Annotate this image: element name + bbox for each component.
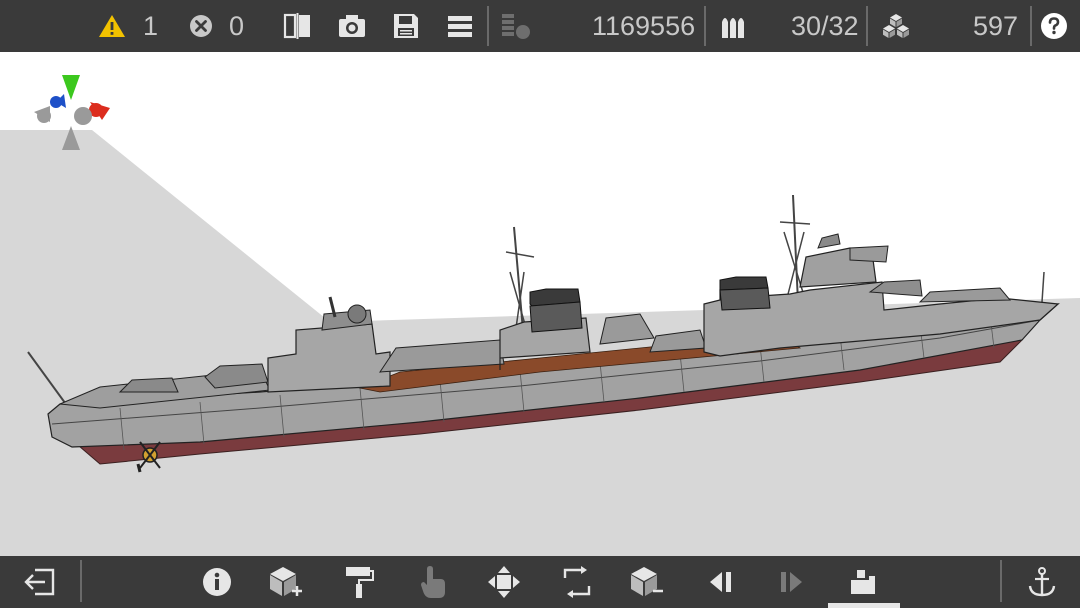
undo-icon[interactable]	[700, 556, 742, 608]
ship-model-scene[interactable]	[0, 52, 1080, 556]
build-mode-icon[interactable]	[842, 556, 886, 608]
save-disk-icon[interactable]	[388, 0, 424, 52]
error-x-icon[interactable]	[186, 0, 216, 52]
cost-coins-icon	[496, 0, 536, 52]
hand-select-icon[interactable]	[412, 556, 454, 608]
blocks-value: 597	[973, 11, 1019, 41]
info-icon[interactable]	[196, 556, 238, 608]
menu-icon[interactable]	[442, 0, 478, 52]
paint-roller-icon[interactable]	[338, 556, 380, 608]
camera-icon[interactable]	[334, 0, 370, 52]
help-icon[interactable]	[1038, 0, 1070, 52]
redo-icon[interactable]	[770, 556, 812, 608]
separator	[1030, 6, 1032, 46]
remove-block-icon[interactable]	[625, 556, 669, 608]
3d-viewport[interactable]	[0, 52, 1080, 556]
ammo-shells-icon	[716, 0, 752, 52]
ammo-value: 30/32	[791, 11, 859, 41]
bottom-toolbar	[0, 556, 1080, 608]
errors-count: 0	[229, 11, 245, 41]
cost-value: 1169556	[592, 11, 696, 41]
warning-triangle-icon[interactable]	[96, 0, 128, 52]
top-toolbar: 1 0 1169556 30/32 597	[0, 0, 1080, 52]
mirror-icon[interactable]	[280, 0, 316, 52]
active-tool-indicator	[828, 603, 900, 608]
orientation-gizmo[interactable]	[28, 72, 114, 154]
add-block-icon[interactable]	[265, 556, 307, 608]
move-arrows-icon[interactable]	[482, 556, 526, 608]
anchor-icon[interactable]	[1022, 556, 1062, 608]
separator	[487, 6, 489, 46]
separator	[80, 560, 82, 602]
rotate-icon[interactable]	[555, 556, 599, 608]
exit-icon[interactable]	[18, 556, 62, 608]
separator	[866, 6, 868, 46]
blocks-icon	[878, 0, 914, 52]
separator	[1000, 560, 1002, 602]
separator	[704, 6, 706, 46]
warnings-count: 1	[143, 11, 159, 41]
